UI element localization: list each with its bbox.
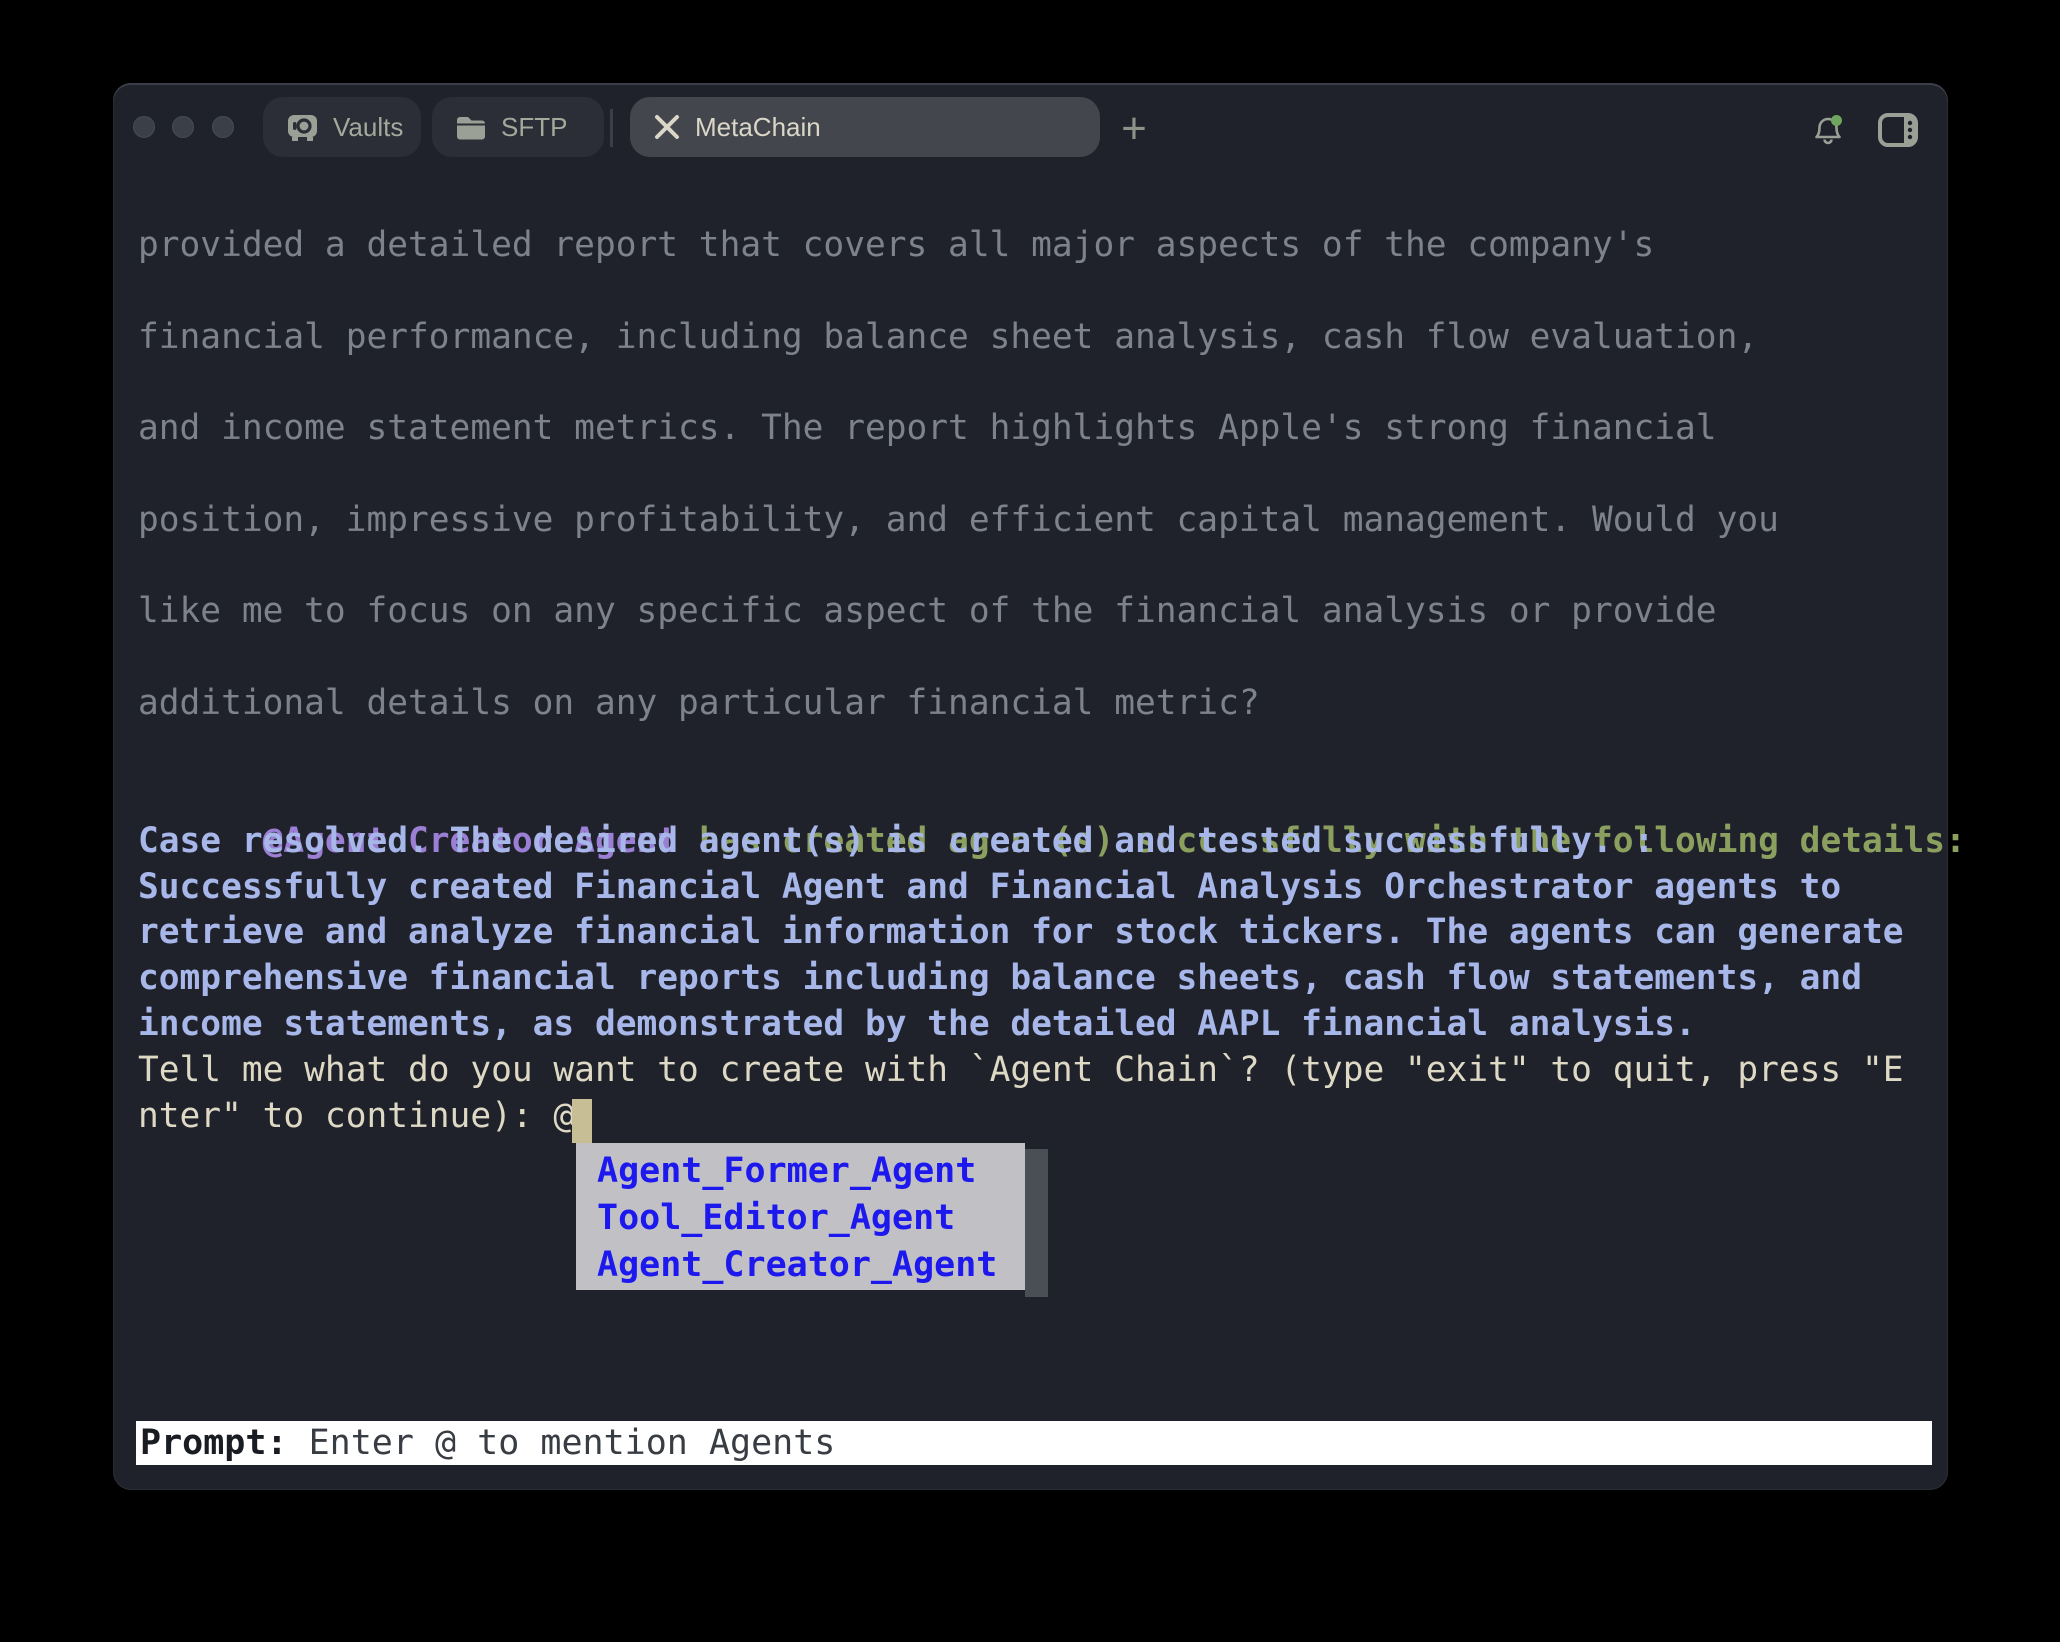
traffic-light-minimize[interactable] xyxy=(172,116,194,138)
x-logo-icon xyxy=(654,114,680,140)
terminal-window: Vaults SFTP MetaChain + xyxy=(113,83,1948,1490)
mention-dropdown: Agent_Former_Agent Tool_Editor_Agent Age… xyxy=(576,1143,1025,1290)
tab-label: SFTP xyxy=(501,112,567,143)
agent-creation-details: Case resolved. The desired agent(s) is c… xyxy=(138,819,1904,1048)
folder-icon xyxy=(456,115,486,140)
prompt-hint: Enter @ to mention Agents xyxy=(288,1423,836,1463)
terminal-input-prompt: Tell me what do you want to create with … xyxy=(138,1048,1904,1140)
vault-icon xyxy=(287,113,318,142)
tab-label: Vaults xyxy=(333,112,403,143)
tab-vaults[interactable]: Vaults xyxy=(263,97,421,157)
traffic-light-close[interactable] xyxy=(133,116,155,138)
tab-separator xyxy=(610,109,613,147)
tab-metachain[interactable]: MetaChain xyxy=(630,97,1100,157)
desktop-background: Vaults SFTP MetaChain + xyxy=(0,0,2060,1642)
notifications-button[interactable] xyxy=(1806,108,1850,152)
tab-label: MetaChain xyxy=(695,112,821,143)
mention-option-agent-former-agent[interactable]: Agent_Former_Agent xyxy=(597,1148,1025,1195)
terminal-cursor xyxy=(572,1099,592,1143)
panel-toggle-icon xyxy=(1878,113,1918,147)
notification-dot xyxy=(1831,115,1842,126)
mention-option-agent-creator-agent[interactable]: Agent_Creator_Agent xyxy=(597,1242,1025,1289)
prompt-bar: Prompt: Enter @ to mention Agents xyxy=(136,1421,1932,1465)
assistant-output-paragraph: provided a detailed report that covers a… xyxy=(138,200,1779,750)
traffic-light-maximize[interactable] xyxy=(212,116,234,138)
panel-toggle-button[interactable] xyxy=(1876,108,1920,152)
bell-icon xyxy=(1810,112,1846,148)
prompt-label: Prompt: xyxy=(140,1423,288,1463)
tab-sftp[interactable]: SFTP xyxy=(432,97,604,157)
dropdown-shadow xyxy=(1025,1149,1048,1297)
mention-option-tool-editor-agent[interactable]: Tool_Editor_Agent xyxy=(597,1195,1025,1242)
new-tab-button[interactable]: + xyxy=(1114,109,1154,149)
